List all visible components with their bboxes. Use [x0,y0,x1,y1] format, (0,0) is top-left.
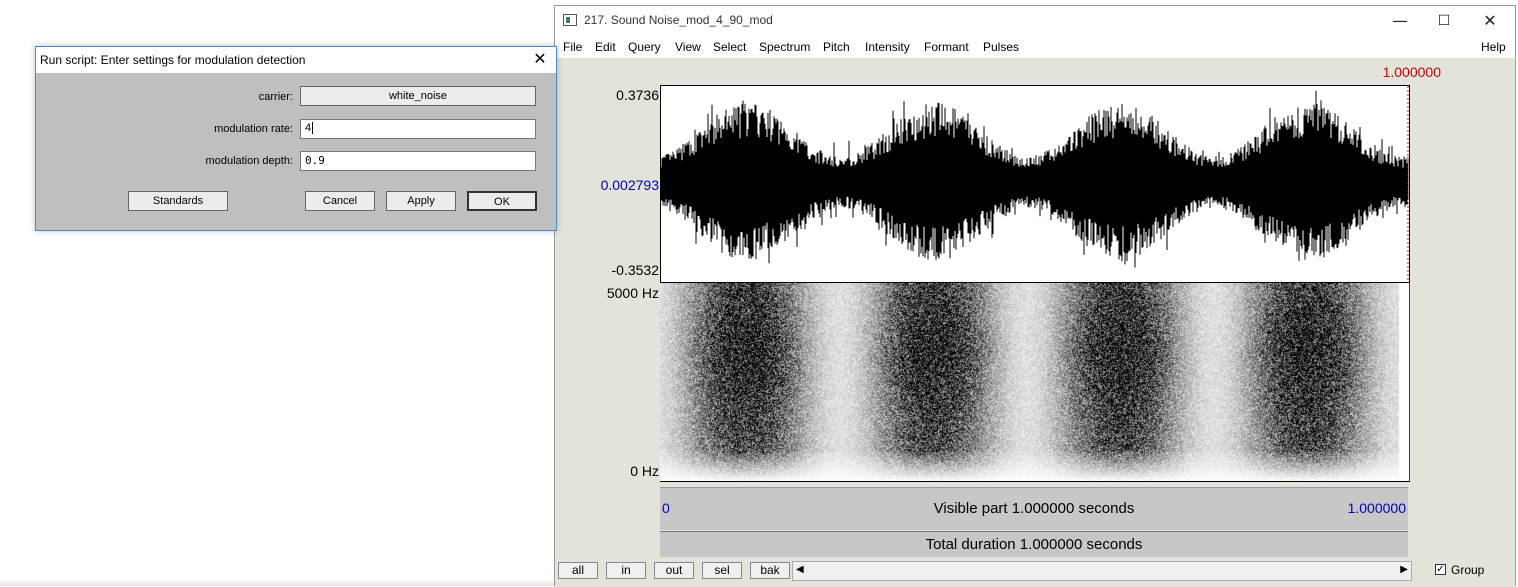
menu-formant[interactable]: Formant [924,40,969,54]
ok-button[interactable]: OK [467,191,537,211]
scroll-right-icon[interactable]: ▶ [1400,564,1408,575]
total-duration-bar[interactable]: Total duration 1.000000 seconds [660,531,1408,558]
waveform-path [661,90,1409,268]
modulation-rate-label: modulation rate: [214,123,293,135]
zoom-in-button[interactable]: in [606,562,646,579]
editor-title: 217. Sound Noise_mod_4_90_mod [584,13,773,27]
modulation-rate-input[interactable]: 4 [300,119,536,139]
time-end-label: 1.000000 [1347,500,1406,516]
menu-help[interactable]: Help [1481,40,1506,54]
zoom-all-button[interactable]: all [558,562,598,579]
background-strip [0,578,554,586]
apply-button[interactable]: Apply [386,191,456,211]
waveform-max-label: 0.3736 [616,87,659,103]
dialog-title: Run script: Enter settings for modulatio… [40,53,306,67]
menu-pulses[interactable]: Pulses [983,40,1019,54]
waveform-panel[interactable] [660,85,1410,283]
zoom-back-button[interactable]: bak [750,562,790,579]
minimize-icon[interactable]: — [1377,6,1423,36]
waveform-mid-label: 0.002793 [600,177,659,193]
waveform-trace [661,90,1409,268]
spectrogram-bottom-label: 0 Hz [630,463,659,479]
group-checkbox[interactable]: ✓ [1435,564,1446,575]
menu-intensity[interactable]: Intensity [865,40,910,54]
dialog-titlebar: Run script: Enter settings for modulatio… [36,47,556,73]
run-script-dialog: Run script: Enter settings for modulatio… [35,46,557,231]
modulation-depth-input[interactable]: 0.9 [300,151,536,171]
carrier-option-button[interactable]: white_noise [300,86,536,106]
cancel-button[interactable]: Cancel [305,191,375,211]
menu-pitch[interactable]: Pitch [823,40,850,54]
editor-titlebar: 217. Sound Noise_mod_4_90_mod — ☐ ✕ [555,6,1515,36]
sound-editor-window: 217. Sound Noise_mod_4_90_mod — ☐ ✕ File… [554,5,1516,587]
visible-part-label: Visible part 1.000000 seconds [933,500,1135,517]
menu-edit[interactable]: Edit [595,40,616,54]
spectrogram-image [660,283,1408,481]
group-label: Group [1451,563,1485,577]
bottom-toolbar: all in out sel bak ◀ ▶ ✓ Group [555,557,1515,587]
zoom-out-button[interactable]: out [654,562,694,579]
editor-body: 1.000000 0.3736 0.002793 -0.3532 5000 Hz… [555,58,1515,587]
scroll-left-icon[interactable]: ◀ [796,564,804,575]
spectrogram-panel[interactable] [660,283,1410,482]
modulation-rate-value: 4 [305,122,312,134]
menu-view[interactable]: View [675,40,701,54]
menu-query[interactable]: Query [628,40,661,54]
app-icon [563,14,577,26]
visible-part-bar[interactable]: 0 Visible part 1.000000 seconds 1.000000 [660,487,1408,530]
maximize-icon[interactable]: ☐ [1421,6,1467,36]
menu-select[interactable]: Select [713,40,746,54]
cursor-time-label: 1.000000 [1382,64,1441,80]
menu-bar: File Edit Query View Select Spectrum Pit… [555,36,1515,58]
zoom-selection-button[interactable]: sel [702,562,742,579]
menu-file[interactable]: File [563,40,582,54]
waveform-min-label: -0.3532 [611,262,659,278]
time-scrollbar[interactable]: ◀ ▶ [792,561,1412,581]
spectrogram-top-label: 5000 Hz [606,285,659,301]
close-icon[interactable]: ✕ [1467,6,1513,36]
menu-spectrum[interactable]: Spectrum [759,40,810,54]
carrier-label: carrier: [258,91,293,103]
modulation-depth-label: modulation depth: [205,155,293,167]
waveform-plot [661,86,1409,282]
text-cursor [312,122,314,135]
total-duration-label: Total duration 1.000000 seconds [925,536,1143,553]
standards-button[interactable]: Standards [128,191,228,211]
dialog-close-icon[interactable]: ✕ [530,49,550,69]
